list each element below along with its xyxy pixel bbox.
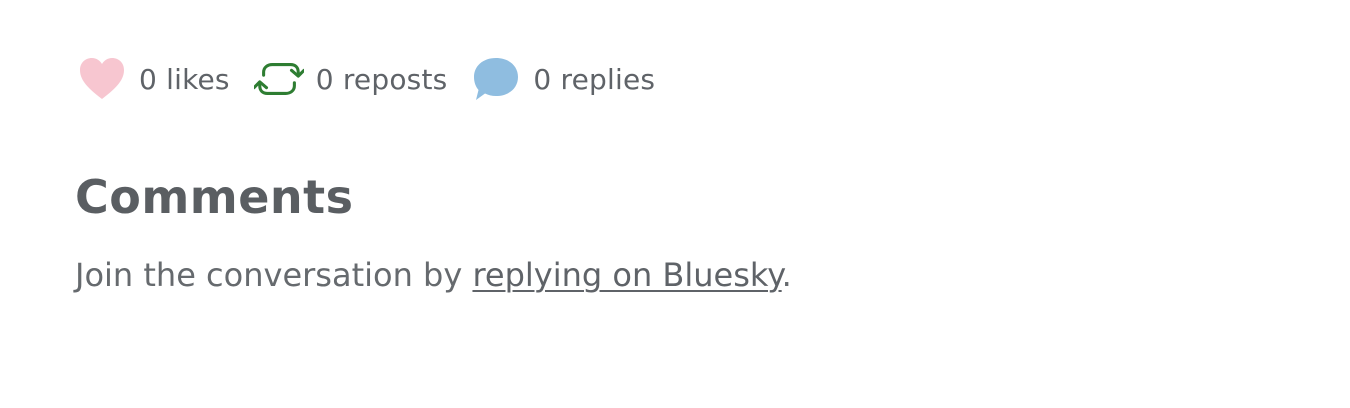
speech-bubble-icon <box>471 54 521 104</box>
reposts-count: 0 reposts <box>315 62 448 96</box>
replies-stat: 0 replies <box>471 54 655 104</box>
post-stats: 0 likes 0 reposts 0 replies <box>77 54 679 104</box>
repost-icon <box>253 54 304 104</box>
comments-prompt-text: Join the conversation by <box>75 256 473 294</box>
comments-heading: Comments <box>75 170 354 224</box>
likes-count: 0 likes <box>139 62 230 96</box>
comments-prompt: Join the conversation by replying on Blu… <box>75 256 1275 294</box>
reply-on-bluesky-link[interactable]: replying on Bluesky <box>472 256 781 294</box>
likes-stat: 0 likes <box>77 54 230 104</box>
replies-count: 0 replies <box>533 62 656 96</box>
comments-section: Comments Join the conversation by replyi… <box>75 170 1275 294</box>
reposts-stat: 0 reposts <box>253 54 448 104</box>
heart-icon <box>77 54 127 104</box>
comments-prompt-end: . <box>781 256 792 294</box>
